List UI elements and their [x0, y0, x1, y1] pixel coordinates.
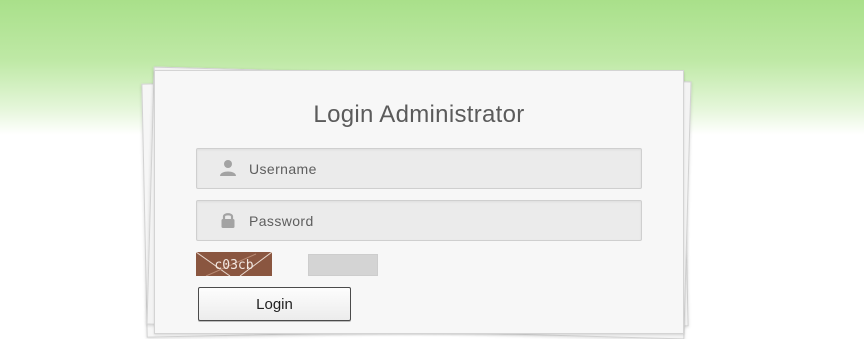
captcha-code: c03cb: [214, 258, 254, 273]
password-input[interactable]: [249, 201, 629, 240]
login-button[interactable]: Login: [198, 287, 351, 321]
login-title: Login Administrator: [313, 101, 525, 128]
username-field[interactable]: [196, 148, 642, 189]
captcha-image: c03cb: [196, 252, 272, 276]
lock-icon: [221, 213, 235, 228]
username-input[interactable]: [249, 149, 629, 188]
password-field[interactable]: [196, 200, 642, 241]
login-card: Login Administrator c03cb Login: [154, 70, 684, 334]
captcha-input[interactable]: [308, 254, 378, 276]
user-icon: [220, 160, 236, 176]
